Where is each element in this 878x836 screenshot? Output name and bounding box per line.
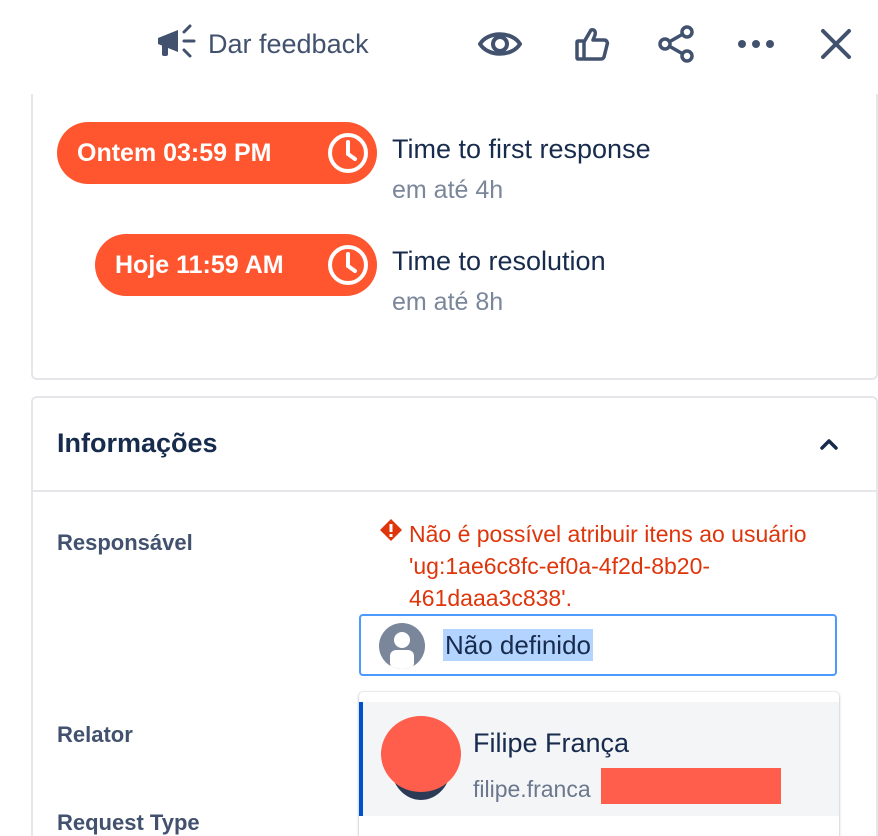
close-icon[interactable]	[814, 22, 858, 66]
more-icon[interactable]	[734, 22, 778, 66]
sla-subtitle: em até 8h	[392, 288, 504, 316]
clock-icon	[327, 244, 369, 293]
assign-error-message: Não é possível atribuir itens ao usuário…	[379, 518, 859, 614]
sla-title: Time to resolution	[392, 246, 606, 276]
assignee-select-input[interactable]: Não definido	[359, 614, 837, 676]
reporter-label: Relator	[57, 722, 133, 747]
error-line: 'ug:1ae6c8fc-ef0a-4f2d-8b20-	[409, 553, 711, 579]
user-option[interactable]: Filipe França filipe.franca	[359, 702, 839, 816]
request-type-label: Request Type	[57, 810, 200, 835]
sla-title: Time to first response	[392, 134, 651, 164]
sla-time: Ontem 03:59 PM	[77, 138, 272, 167]
top-toolbar: Dar feedback	[0, 0, 878, 92]
information-header[interactable]: Informações	[33, 398, 878, 492]
option-name: Filipe França	[473, 728, 630, 758]
share-icon[interactable]	[654, 22, 698, 66]
sla-subtitle: em até 4h	[392, 176, 504, 204]
warning-icon	[379, 518, 403, 550]
eye-icon[interactable]	[478, 22, 522, 66]
default-avatar-icon	[379, 623, 425, 669]
sla-time-badge: Hoje 11:59 AM	[95, 234, 377, 296]
feedback-label: Dar feedback	[208, 28, 369, 59]
information-title: Informações	[57, 428, 218, 458]
clock-icon	[327, 132, 369, 181]
sla-item: Hoje 11:59 AM Time to resolution em até …	[33, 234, 878, 324]
thumbs-up-icon[interactable]	[570, 22, 614, 66]
chevron-up-icon[interactable]	[813, 428, 845, 460]
sla-time: Hoje 11:59 AM	[115, 250, 284, 279]
megaphone-icon	[154, 24, 196, 65]
give-feedback-button[interactable]: Dar feedback	[154, 22, 369, 66]
assignee-label: Responsável	[57, 530, 193, 555]
error-line: 461daaa3c838'.	[409, 585, 572, 611]
information-panel: Informações Responsável Não é possível a…	[31, 396, 878, 836]
avatar	[381, 716, 461, 792]
assignee-dropdown: Filipe França filipe.franca	[359, 692, 839, 836]
sla-time-badge: Ontem 03:59 PM	[57, 122, 377, 184]
sla-item: Ontem 03:59 PM Time to first response em…	[33, 122, 878, 212]
redaction-block	[601, 768, 781, 804]
option-email: filipe.franca	[473, 776, 591, 802]
assignee-value: Não definido	[443, 629, 593, 661]
error-line: Não é possível atribuir itens ao usuário	[409, 521, 807, 547]
sla-panel: Ontem 03:59 PM Time to first response em…	[31, 94, 878, 380]
